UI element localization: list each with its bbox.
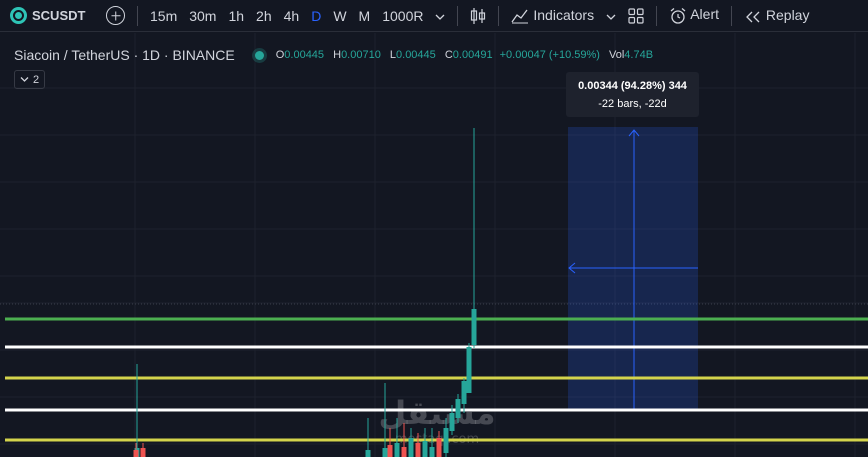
symbol-logo-icon — [10, 7, 27, 24]
candle-body — [401, 447, 407, 457]
toolbar-divider — [498, 5, 500, 26]
indicator-count: 2 — [32, 73, 40, 86]
alert-button[interactable]: Alert — [663, 6, 725, 24]
measure-tooltip: 0.00344 (94.28%) 344 -22 bars, -22d — [566, 72, 699, 117]
candle-body — [471, 309, 477, 345]
measure-box — [568, 127, 698, 411]
chevron-down-icon — [20, 77, 29, 82]
interval-2h-button[interactable]: 2h — [250, 8, 278, 24]
close-label: C — [444, 49, 453, 61]
indicators-button[interactable]: Indicators — [505, 7, 600, 24]
low-value: 0.00445 — [396, 49, 436, 61]
symbol-label: SCUSDT — [32, 8, 86, 23]
replay-rewind-icon — [746, 11, 760, 23]
candle-body — [466, 347, 472, 393]
measure-price-change: 0.00344 (94.28%) 344 — [578, 80, 687, 92]
top-toolbar: SCUSDT 15m 30m 1h 2h 4h D W M 1000R Indi… — [0, 0, 868, 32]
layout-grid-icon[interactable] — [622, 7, 650, 24]
candle-body — [133, 450, 139, 457]
interval-4h-button[interactable]: 4h — [278, 8, 306, 24]
change-value: +0.00047 (+10.59%) — [499, 49, 600, 61]
candle-body — [422, 441, 428, 457]
symbol-title[interactable]: Siacoin / TetherUS · 1D · BINANCE — [14, 47, 235, 63]
interval-w-button[interactable]: W — [327, 8, 352, 24]
candle-body — [461, 381, 467, 404]
candle-body — [382, 448, 388, 457]
interval-1h-button[interactable]: 1h — [222, 8, 250, 24]
alarm-clock-icon — [670, 7, 686, 24]
candle-body — [436, 438, 442, 457]
candle-body — [387, 445, 393, 457]
volume-label: Vol — [609, 49, 625, 61]
indicators-collapse-toggle[interactable]: 2 — [14, 70, 45, 89]
indicators-dropdown-chevron-icon[interactable] — [600, 8, 622, 24]
toolbar-divider — [731, 5, 732, 26]
open-label: O — [275, 49, 285, 61]
candle-body — [408, 438, 414, 457]
price-chart[interactable]: مستقل mostaql.com — [0, 33, 868, 457]
watermark-logo-text: مستقل — [378, 394, 495, 432]
interval-m-button[interactable]: M — [353, 8, 377, 24]
candle-body — [449, 413, 455, 431]
symbol-search-button[interactable]: SCUSDT — [0, 7, 100, 24]
interval-dropdown-chevron-icon[interactable] — [429, 8, 451, 24]
price-range-measure[interactable] — [568, 127, 698, 411]
interval-30m-button[interactable]: 30m — [183, 8, 222, 24]
high-label: H — [333, 49, 342, 61]
toolbar-divider — [137, 5, 138, 26]
market-status-dot-icon — [254, 50, 264, 60]
replay-label: Replay — [765, 7, 810, 24]
toolbar-divider — [656, 5, 658, 26]
candle-body — [140, 448, 146, 457]
volume-value: 4.74B — [624, 49, 654, 61]
interval-d-button[interactable]: D — [305, 8, 327, 24]
indicators-label: Indicators — [533, 6, 595, 23]
candle-body — [394, 443, 400, 457]
measure-bars-days: -22 bars, -22d — [598, 98, 667, 110]
chart-legend: Siacoin / TetherUS · 1D · BINANCE O0.004… — [14, 47, 653, 63]
interval-1000r-button[interactable]: 1000R — [376, 8, 429, 24]
interval-15m-button[interactable]: 15m — [144, 8, 183, 24]
open-value: 0.00445 — [284, 49, 325, 61]
candles-chart-type-icon[interactable] — [464, 6, 492, 24]
ohlc-values: O0.00445 H0.00710 L0.00445 C0.00491 +0.0… — [276, 49, 653, 61]
toolbar-divider — [457, 5, 459, 26]
candle-body — [429, 447, 435, 457]
candle-body — [455, 399, 461, 418]
alert-label: Alert — [690, 6, 719, 23]
compare-add-icon[interactable] — [106, 6, 125, 25]
candle-body — [443, 428, 449, 453]
candle-body — [415, 443, 421, 457]
candle-body — [365, 450, 371, 457]
high-value: 0.00710 — [341, 49, 381, 61]
replay-button[interactable]: Replay — [738, 7, 815, 23]
close-value: 0.00491 — [452, 49, 493, 61]
indicators-icon — [511, 9, 529, 24]
